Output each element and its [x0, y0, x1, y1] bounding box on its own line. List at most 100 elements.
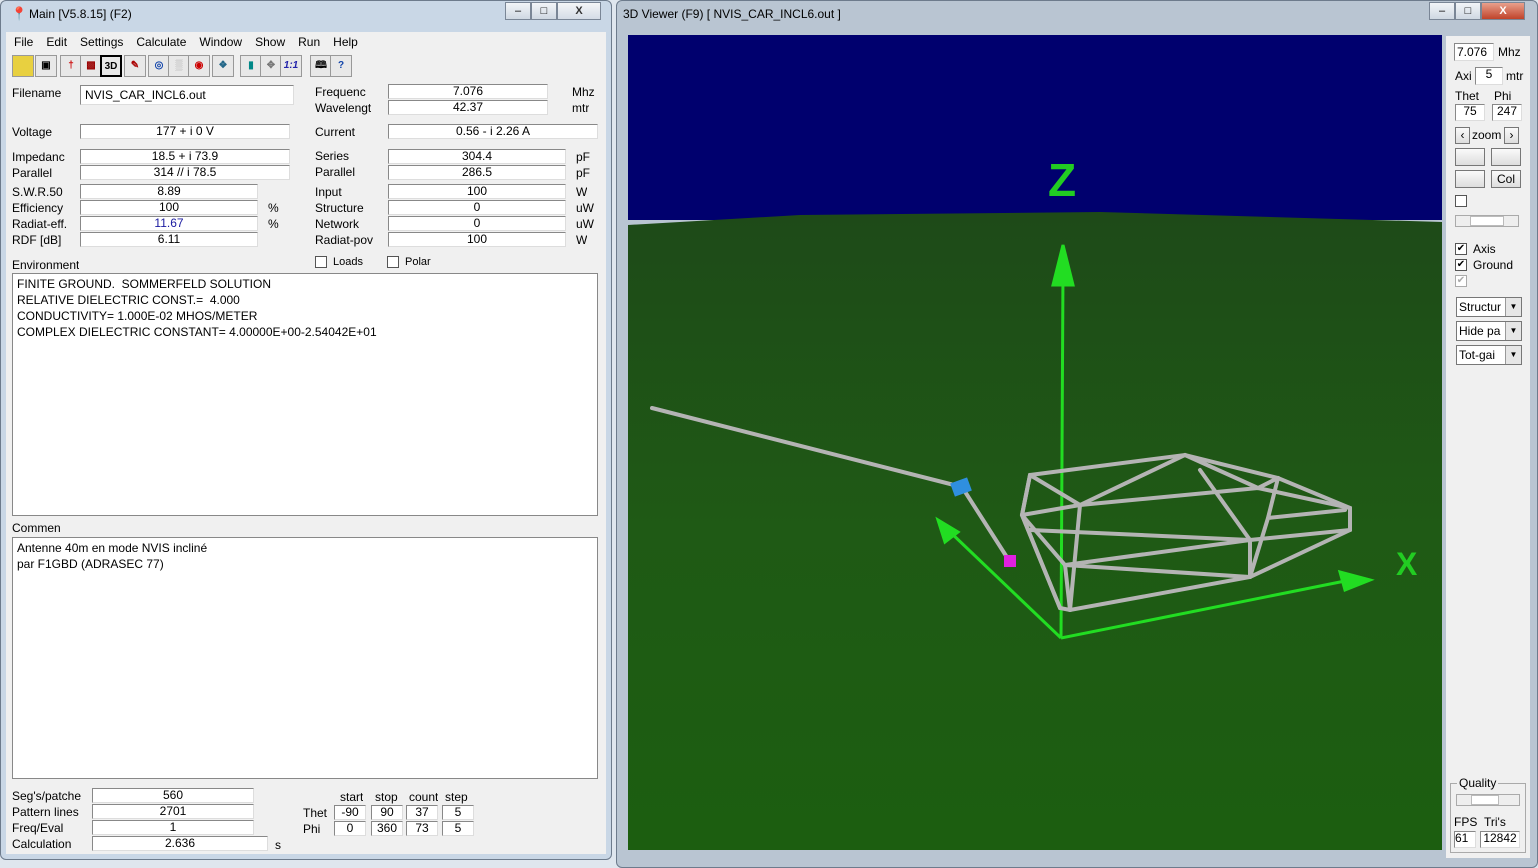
- smith-chart-icon[interactable]: ◉: [188, 55, 210, 77]
- radiat-pow-field[interactable]: 100: [388, 232, 566, 247]
- radiat-pow-label: Radiat-pov: [315, 233, 374, 247]
- ratio-icon[interactable]: 1:1: [280, 55, 302, 77]
- view-button-1[interactable]: [1455, 148, 1485, 166]
- view-button-2[interactable]: [1491, 148, 1521, 166]
- open-folder-icon[interactable]: [12, 55, 34, 77]
- antenna-icon[interactable]: †: [60, 55, 82, 77]
- rdf-field[interactable]: 6.11: [80, 232, 258, 247]
- zoom-label: zoom: [1472, 128, 1502, 142]
- stop-header: stop: [375, 790, 398, 804]
- polar-checkbox[interactable]: [387, 256, 399, 268]
- ground-checkbox[interactable]: ✔: [1455, 259, 1467, 271]
- viewer-close-button[interactable]: X: [1481, 2, 1525, 20]
- menu-help[interactable]: Help: [333, 35, 358, 49]
- phi-step-field[interactable]: 5: [442, 821, 474, 836]
- help-icon[interactable]: ?: [330, 55, 352, 77]
- filename-field[interactable]: NVIS_CAR_INCL6.out: [80, 85, 294, 105]
- theta-stop-field[interactable]: 90: [371, 805, 403, 820]
- menu-window[interactable]: Window: [199, 35, 242, 49]
- close-button[interactable]: X: [557, 2, 601, 20]
- display-mode-value: Structur: [1459, 300, 1502, 314]
- viewer-minimize-button[interactable]: –: [1429, 2, 1455, 20]
- menu-edit[interactable]: Edit: [46, 35, 67, 49]
- ground-checkbox-label: Ground: [1473, 258, 1514, 272]
- color-button[interactable]: Col: [1491, 170, 1521, 188]
- environment-textarea[interactable]: FINITE GROUND. SOMMERFELD SOLUTION RELAT…: [12, 273, 598, 516]
- compare-icon[interactable]: ✥: [260, 55, 282, 77]
- menu-settings[interactable]: Settings: [80, 35, 123, 49]
- chevron-down-icon: ▼: [1505, 346, 1521, 364]
- maximize-button[interactable]: □: [531, 2, 557, 20]
- input-field[interactable]: 100: [388, 184, 566, 199]
- view-theta-label: Thet: [1455, 89, 1480, 103]
- axis-size-field[interactable]: 5: [1475, 67, 1503, 85]
- frequency-field[interactable]: 7.076: [388, 84, 548, 99]
- phi-start-field[interactable]: 0: [334, 821, 366, 836]
- structure-field[interactable]: 0: [388, 200, 566, 215]
- frequency-label: Frequenc: [315, 85, 366, 99]
- trace-checkbox[interactable]: [1455, 195, 1467, 207]
- calculator-icon[interactable]: ▮: [240, 55, 262, 77]
- polar-label: Polar: [405, 256, 431, 268]
- parallel-c-field[interactable]: 286.5: [388, 165, 566, 180]
- step-header: step: [445, 790, 468, 804]
- nearfield-icon[interactable]: ▒: [168, 55, 190, 77]
- optimize-icon[interactable]: ❖: [212, 55, 234, 77]
- zoom-in-button[interactable]: ›: [1504, 127, 1519, 144]
- save-icon[interactable]: ▣: [35, 55, 57, 77]
- comment-textarea[interactable]: Antenne 40m en mode NVIS incliné par F1G…: [12, 537, 598, 779]
- axis-checkbox[interactable]: ✔: [1455, 243, 1467, 255]
- theta-step-field[interactable]: 5: [442, 805, 474, 820]
- menu-calculate[interactable]: Calculate: [136, 35, 186, 49]
- loads-checkbox[interactable]: [315, 256, 327, 268]
- radiat-eff-field[interactable]: 11.67: [80, 216, 258, 231]
- zoom-out-button[interactable]: ‹: [1455, 127, 1470, 144]
- chevron-down-icon: ▼: [1505, 322, 1521, 340]
- network-field[interactable]: 0: [388, 216, 566, 231]
- calculation-field[interactable]: 2.636: [92, 836, 268, 851]
- viewer-maximize-button[interactable]: □: [1455, 2, 1481, 20]
- view-theta-field[interactable]: 75: [1455, 104, 1485, 121]
- structure-cube-icon[interactable]: ▩: [80, 55, 102, 77]
- swr-label: S.W.R.50: [12, 185, 63, 199]
- segs-field[interactable]: 560: [92, 788, 254, 803]
- menu-show[interactable]: Show: [255, 35, 285, 49]
- viewer-frequency-field[interactable]: 7.076: [1454, 43, 1494, 61]
- menu-run[interactable]: Run: [298, 35, 320, 49]
- rotate-button[interactable]: [1455, 170, 1485, 188]
- wavelength-field[interactable]: 42.37: [388, 100, 548, 115]
- 3d-viewport[interactable]: Z X: [628, 35, 1442, 850]
- display-mode-dropdown[interactable]: Structur ▼: [1456, 297, 1522, 317]
- efficiency-label: Efficiency: [12, 201, 64, 215]
- edit-icon[interactable]: ✎: [124, 55, 146, 77]
- current-label: Current: [315, 125, 356, 139]
- pattern-lines-field[interactable]: 2701: [92, 804, 254, 819]
- menu-file[interactable]: File: [14, 35, 33, 49]
- theta-count-field[interactable]: 37: [406, 805, 438, 820]
- freq-eval-field[interactable]: 1: [92, 820, 254, 835]
- phi-count-field[interactable]: 73: [406, 821, 438, 836]
- theta-start-field[interactable]: -90: [334, 805, 366, 820]
- current-field[interactable]: 0.56 - i 2.26 A: [388, 124, 598, 139]
- phi-stop-field[interactable]: 360: [371, 821, 403, 836]
- phi-label: Phi: [303, 822, 321, 836]
- gain-dropdown[interactable]: Tot-gai ▼: [1456, 345, 1522, 365]
- 3d-view-icon[interactable]: 3D: [100, 55, 122, 77]
- parallel-z-label: Parallel: [12, 166, 53, 180]
- series-field[interactable]: 304.4: [388, 149, 566, 164]
- impedance-field[interactable]: 18.5 + i 73.9: [80, 149, 290, 164]
- quality-slider[interactable]: [1456, 794, 1520, 806]
- efficiency-field[interactable]: 100: [80, 200, 258, 215]
- hide-dropdown[interactable]: Hide pa ▼: [1456, 321, 1522, 341]
- view-phi-field[interactable]: 247: [1492, 104, 1522, 121]
- network-label: Network: [315, 217, 360, 231]
- axis-size-label: Axi: [1455, 69, 1472, 83]
- wavelength-unit: mtr: [572, 101, 590, 115]
- pattern-icon[interactable]: ◎: [148, 55, 170, 77]
- book-icon[interactable]: 🕮: [310, 55, 332, 77]
- voltage-field[interactable]: 177 + i 0 V: [80, 124, 290, 139]
- swr-field[interactable]: 8.89: [80, 184, 258, 199]
- minimize-button[interactable]: –: [505, 2, 531, 20]
- parallel-z-field[interactable]: 314 // i 78.5: [80, 165, 290, 180]
- viewer-slider[interactable]: [1455, 215, 1519, 227]
